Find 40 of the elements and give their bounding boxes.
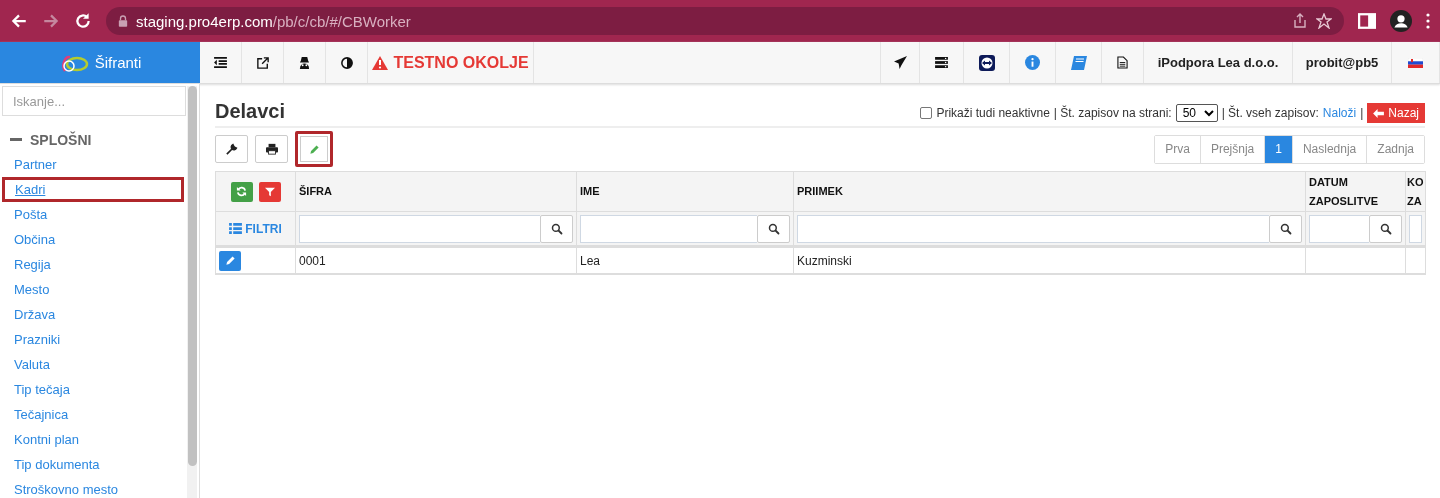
sidebar-item[interactable]: Kontni plan — [2, 430, 184, 449]
sidebar-item[interactable]: Prazniki — [2, 330, 184, 349]
back-button[interactable]: Nazaj — [1367, 103, 1425, 123]
column-header[interactable]: PRIIMEK — [794, 172, 1306, 212]
sidebar-item[interactable]: Tečajnica — [2, 405, 184, 424]
sidebar-item[interactable]: Regija — [2, 255, 184, 274]
sidebar-item[interactable]: Tip dokumenta — [2, 455, 184, 474]
sidebar-item[interactable]: Partner — [2, 155, 184, 174]
total-records-label: | Št. vseh zapisov: — [1221, 106, 1319, 120]
page-title: Delavci — [215, 99, 286, 123]
app-title: Šifranti — [94, 54, 142, 71]
column-header[interactable]: IME — [577, 172, 794, 212]
column-header[interactable]: KO ZA — [1406, 172, 1426, 212]
column-header[interactable]: ŠIFRA — [296, 172, 577, 212]
page-button[interactable]: 1 — [1265, 135, 1293, 163]
checkbox-label: Prikaži tudi neaktivne — [936, 106, 1050, 120]
sidebar-item[interactable]: Država — [2, 305, 184, 324]
url-text: staging.pro4erp.com/pb/c/cb/#/CBWorker — [136, 12, 411, 30]
search-field[interactable]: Iskanje... — [2, 86, 186, 116]
sidebar-item[interactable]: Pošta — [2, 205, 184, 224]
company-name[interactable]: iPodpora Lea d.o.o. — [1144, 42, 1293, 83]
sidebar-item[interactable]: Kadri — [2, 177, 184, 202]
load-link[interactable]: Naloži — [1322, 106, 1357, 120]
sidebar-item[interactable]: Tip tečaja — [2, 380, 184, 399]
sidebar-item[interactable]: Mesto — [2, 280, 184, 299]
separator: | — [1360, 106, 1364, 120]
page-button[interactable]: Prva — [1155, 135, 1201, 163]
per-page-select[interactable]: 50 — [1175, 104, 1218, 122]
address-bar[interactable]: staging.pro4erp.com/pb/c/cb/#/CBWorker — [106, 7, 1344, 35]
environment-warning: TESTNO OKOLJE — [368, 42, 534, 83]
sidebar-item[interactable]: Stroškovno mesto — [2, 480, 184, 498]
table-cell: Kuzminski — [794, 248, 1306, 274]
table-cell: Lea — [577, 248, 794, 274]
column-header[interactable]: DATUM ZAPOSLITVE — [1306, 172, 1406, 212]
group-heading[interactable]: SPLOŠNI — [30, 132, 92, 148]
table-cell: 0001 — [296, 248, 577, 274]
per-page-label: | Št. zapisov na strani: — [1053, 106, 1172, 120]
sidebar-item[interactable]: Valuta — [2, 355, 184, 374]
user-name[interactable]: probit@pb5 — [1293, 42, 1392, 83]
sidebar-item[interactable]: Občina — [2, 230, 184, 249]
